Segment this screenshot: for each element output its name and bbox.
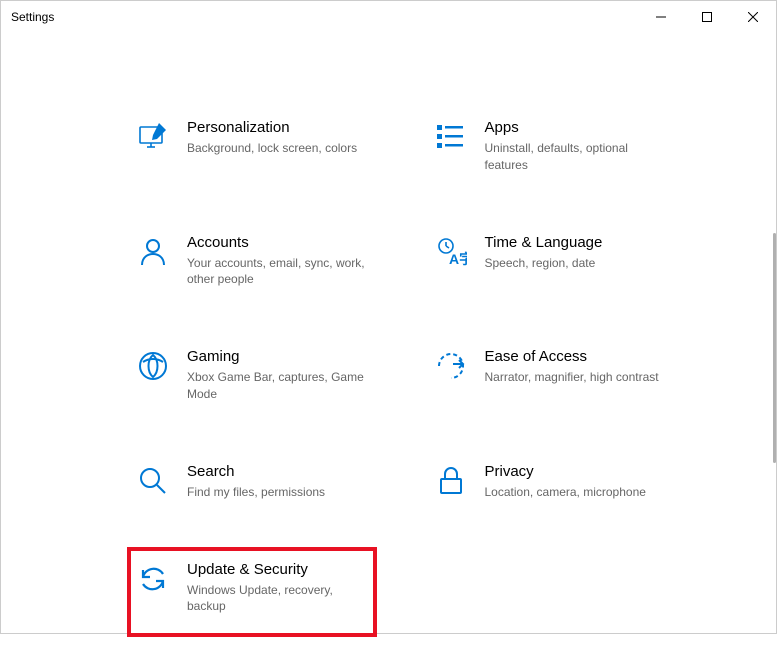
category-text: Gaming Xbox Game Bar, captures, Game Mod… <box>187 348 375 403</box>
window-title: Settings <box>11 10 638 24</box>
category-title: Ease of Access <box>485 348 673 365</box>
category-text: Search Find my files, permissions <box>187 463 375 501</box>
category-text: Privacy Location, camera, microphone <box>485 463 673 501</box>
category-personalization[interactable]: Personalization Background, lock screen,… <box>131 113 381 180</box>
category-desc: Background, lock screen, colors <box>187 140 375 157</box>
update-security-icon <box>137 563 169 595</box>
category-text: Update & Security Windows Update, recove… <box>187 561 367 616</box>
scrollbar-thumb[interactable] <box>773 233 776 463</box>
category-title: Privacy <box>485 463 673 480</box>
category-title: Update & Security <box>187 561 367 578</box>
minimize-button[interactable] <box>638 1 684 33</box>
category-title: Accounts <box>187 234 375 251</box>
category-apps[interactable]: Apps Uninstall, defaults, optional featu… <box>429 113 679 180</box>
svg-text:A字: A字 <box>449 251 467 267</box>
category-ease-of-access[interactable]: Ease of Access Narrator, magnifier, high… <box>429 342 679 409</box>
accounts-icon <box>137 236 169 268</box>
category-privacy[interactable]: Privacy Location, camera, microphone <box>429 457 679 507</box>
category-desc: Windows Update, recovery, backup <box>187 582 367 616</box>
category-time-language[interactable]: A字 Time & Language Speech, region, date <box>429 228 679 295</box>
category-desc: Location, camera, microphone <box>485 484 673 501</box>
ease-of-access-icon <box>435 350 467 382</box>
titlebar: Settings <box>1 1 776 33</box>
privacy-icon <box>435 465 467 497</box>
category-desc: Xbox Game Bar, captures, Game Mode <box>187 369 375 403</box>
category-text: Personalization Background, lock screen,… <box>187 119 375 157</box>
category-text: Time & Language Speech, region, date <box>485 234 673 272</box>
category-gaming[interactable]: Gaming Xbox Game Bar, captures, Game Mod… <box>131 342 381 409</box>
close-button[interactable] <box>730 1 776 33</box>
category-update-security[interactable]: Update & Security Windows Update, recove… <box>127 547 377 638</box>
category-search[interactable]: Search Find my files, permissions <box>131 457 381 507</box>
category-title: Search <box>187 463 375 480</box>
category-grid: Personalization Background, lock screen,… <box>131 113 706 629</box>
maximize-button[interactable] <box>684 1 730 33</box>
category-text: Apps Uninstall, defaults, optional featu… <box>485 119 673 174</box>
personalization-icon <box>137 121 169 153</box>
category-title: Apps <box>485 119 673 136</box>
time-language-icon: A字 <box>435 236 467 268</box>
category-text: Accounts Your accounts, email, sync, wor… <box>187 234 375 289</box>
category-title: Personalization <box>187 119 375 136</box>
category-desc: Your accounts, email, sync, work, other … <box>187 255 375 289</box>
window-controls <box>638 1 776 33</box>
scrollbar[interactable] <box>772 33 776 633</box>
category-title: Gaming <box>187 348 375 365</box>
search-icon <box>137 465 169 497</box>
category-desc: Find my files, permissions <box>187 484 375 501</box>
settings-content: Personalization Background, lock screen,… <box>1 33 776 649</box>
category-title: Time & Language <box>485 234 673 251</box>
category-accounts[interactable]: Accounts Your accounts, email, sync, wor… <box>131 228 381 295</box>
category-desc: Narrator, magnifier, high contrast <box>485 369 673 386</box>
apps-icon <box>435 121 467 153</box>
category-text: Ease of Access Narrator, magnifier, high… <box>485 348 673 386</box>
category-desc: Speech, region, date <box>485 255 673 272</box>
gaming-icon <box>137 350 169 382</box>
category-desc: Uninstall, defaults, optional features <box>485 140 673 174</box>
